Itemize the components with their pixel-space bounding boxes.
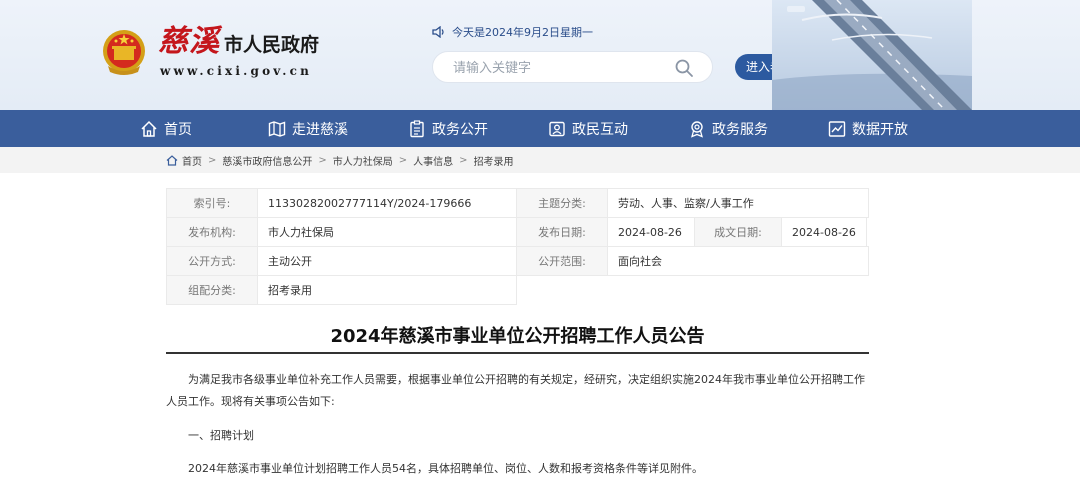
home-icon bbox=[141, 120, 157, 137]
search-icon[interactable] bbox=[674, 58, 694, 78]
nav-item-label: 政务公开 bbox=[432, 121, 488, 138]
document-icon bbox=[410, 119, 424, 137]
breadcrumb-bar bbox=[0, 147, 1080, 173]
meta-value-scope: 面向社会 bbox=[607, 246, 869, 276]
meta-row: 索引号: 11330282002777114Y/2024-179666 主题分类… bbox=[166, 188, 869, 218]
meta-label: 发布机构: bbox=[166, 217, 258, 247]
bridge-banner-image bbox=[772, 0, 972, 110]
speaker-icon bbox=[432, 26, 444, 38]
site-title-suffix: 市人民政府 bbox=[224, 34, 320, 56]
interaction-icon bbox=[549, 121, 565, 136]
search-box bbox=[432, 51, 713, 83]
nav-item-label: 走进慈溪 bbox=[292, 121, 348, 138]
article-paragraph-intro: 为满足我市各级事业单位补充工作人员需要，根据事业单位公开招聘的有关规定，经研究，… bbox=[166, 373, 865, 408]
nav-item-home[interactable]: 首页 bbox=[140, 110, 192, 147]
meta-value-group: 招考录用 bbox=[257, 275, 517, 305]
meta-label: 公开方式: bbox=[166, 246, 258, 276]
service-icon bbox=[691, 120, 703, 138]
home-icon bbox=[166, 154, 178, 166]
meta-label: 公开范围: bbox=[516, 246, 608, 276]
nav-item-gov-affairs[interactable]: 政务公开 bbox=[408, 110, 488, 147]
document-meta-table: 索引号: 11330282002777114Y/2024-179666 主题分类… bbox=[166, 188, 869, 305]
title-divider bbox=[166, 352, 869, 354]
site-title-calligraphy: 慈溪 bbox=[158, 24, 220, 59]
national-emblem-icon bbox=[103, 30, 145, 75]
meta-value-index: 11330282002777114Y/2024-179666 bbox=[257, 188, 517, 218]
article-title: 2024年慈溪市事业单位公开招聘工作人员公告 bbox=[330, 326, 705, 347]
meta-row: 发布机构: 市人力社保局 发布日期: 2024-08-26 成文日期: 2024… bbox=[166, 217, 869, 247]
meta-row: 组配分类: 招考录用 bbox=[166, 275, 869, 305]
breadcrumb-separator: > bbox=[208, 154, 217, 166]
breadcrumb-separator: > bbox=[459, 154, 468, 166]
meta-label: 主题分类: bbox=[516, 188, 608, 218]
nav-item-label: 首页 bbox=[164, 121, 192, 138]
meta-value-docdate: 2024-08-26 bbox=[781, 217, 867, 247]
meta-value-org: 市人力社保局 bbox=[257, 217, 517, 247]
nav-item-label: 数据开放 bbox=[852, 121, 908, 138]
nav-item-gov-services[interactable]: 政务服务 bbox=[688, 110, 768, 147]
meta-value-pubdate: 2024-08-26 bbox=[607, 217, 695, 247]
breadcrumb: 首页 > 慈溪市政府信息公开 > 市人力社保局 > 人事信息 > 招考录用 bbox=[166, 147, 514, 173]
nav-item-about-cixi[interactable]: 走进慈溪 bbox=[268, 110, 348, 147]
breadcrumb-link-personnel-info[interactable]: 人事信息 bbox=[413, 153, 453, 168]
chart-icon bbox=[828, 120, 846, 137]
date-text: 今天是2024年9月2日星期一 bbox=[452, 26, 593, 39]
nav-item-interaction[interactable]: 政民互动 bbox=[548, 110, 628, 147]
site-header: 慈溪 市人民政府 www.cixi.gov.cn 今天是2024年9月2日星期一… bbox=[0, 0, 1080, 110]
nav-item-open-data[interactable]: 数据开放 bbox=[828, 110, 908, 147]
meta-row: 公开方式: 主动公开 公开范围: 面向社会 bbox=[166, 246, 869, 276]
site-url: www.cixi.gov.cn bbox=[160, 64, 313, 78]
date-line: 今天是2024年9月2日星期一 bbox=[432, 24, 593, 40]
meta-value-topic: 劳动、人事、监察/人事工作 bbox=[607, 188, 869, 218]
article-paragraph-plan: 2024年慈溪市事业单位计划招聘工作人员54名，具体招聘单位、岗位、人数和报考资… bbox=[188, 462, 703, 475]
breadcrumb-separator: > bbox=[398, 154, 408, 166]
nav-item-label: 政民互动 bbox=[572, 121, 628, 138]
article-section-heading: 一、招聘计划 bbox=[188, 429, 254, 442]
breadcrumb-separator: > bbox=[318, 154, 327, 166]
breadcrumb-link-info-disclosure[interactable]: 慈溪市政府信息公开 bbox=[222, 153, 312, 168]
breadcrumb-link-recruitment[interactable]: 招考录用 bbox=[474, 153, 514, 168]
meta-label: 索引号: bbox=[166, 188, 258, 218]
main-nav: 首页 走进慈溪 政务公开 政民互动 政务服务 数据开放 bbox=[0, 110, 1080, 147]
breadcrumb-link-hr-bureau[interactable]: 市人力社保局 bbox=[333, 153, 393, 168]
site-title[interactable]: 慈溪 市人民政府 bbox=[158, 22, 319, 62]
nav-item-label: 政务服务 bbox=[712, 121, 768, 138]
breadcrumb-link-home[interactable]: 首页 bbox=[182, 153, 202, 168]
meta-label: 发布日期: bbox=[516, 217, 608, 247]
map-icon bbox=[268, 120, 286, 137]
meta-label: 组配分类: bbox=[166, 275, 258, 305]
meta-label: 成文日期: bbox=[694, 217, 782, 247]
meta-value-method: 主动公开 bbox=[257, 246, 517, 276]
search-input[interactable] bbox=[453, 58, 673, 78]
